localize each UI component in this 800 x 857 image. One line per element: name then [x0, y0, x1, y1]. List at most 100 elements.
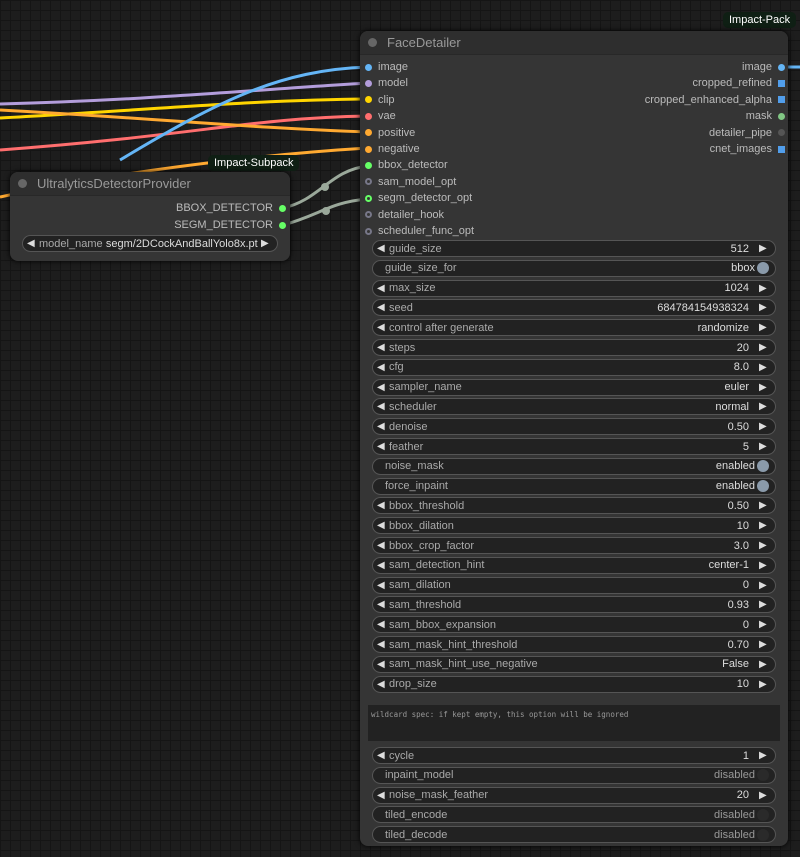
widget-control-after-generate[interactable]: ◀ control after generate randomize ▶ — [372, 319, 776, 337]
widget-max-size[interactable]: ◀ max_size 1024 ▶ — [372, 279, 776, 297]
input-clip[interactable]: clip — [365, 92, 395, 108]
toggle-knob-icon[interactable] — [757, 480, 769, 493]
toggle-tiled-decode[interactable]: tiled_decode disabled — [372, 826, 776, 844]
arrow-left-icon[interactable]: ◀ — [377, 421, 387, 432]
arrow-left-icon[interactable]: ◀ — [27, 238, 37, 249]
slot-dot-icon[interactable] — [365, 96, 372, 104]
widget-bbox-crop-factor[interactable]: ◀ bbox_crop_factor 3.0 ▶ — [372, 537, 776, 554]
input-sam-model-opt[interactable]: sam_model_opt — [365, 174, 456, 190]
arrow-right-icon[interactable]: ▶ — [759, 322, 769, 333]
toggle-knob-icon[interactable] — [757, 808, 769, 821]
slot-dot-icon[interactable] — [279, 221, 286, 229]
slot-dot-icon[interactable] — [365, 63, 372, 71]
arrow-left-icon[interactable]: ◀ — [377, 580, 387, 591]
slot-dot-icon[interactable] — [365, 145, 372, 153]
optional-slot-icon[interactable] — [365, 227, 372, 235]
arrow-right-icon[interactable]: ▶ — [759, 362, 769, 373]
widget-scheduler[interactable]: ◀ scheduler normal ▶ — [372, 398, 776, 416]
slot-dot-icon[interactable] — [778, 129, 785, 137]
arrow-left-icon[interactable]: ◀ — [377, 639, 387, 650]
node-title-bar[interactable]: UltralyticsDetectorProvider — [10, 172, 290, 196]
slot-dot-icon[interactable] — [365, 79, 372, 87]
arrow-right-icon[interactable]: ▶ — [759, 441, 769, 452]
arrow-right-icon[interactable]: ▶ — [759, 619, 769, 630]
widget-seed[interactable]: ◀ seed 684784154938324 ▶ — [372, 299, 776, 317]
widget-sam-detection-hint[interactable]: ◀ sam_detection_hint center-1 ▶ — [372, 556, 776, 574]
arrow-right-icon[interactable]: ▶ — [759, 382, 769, 393]
arrow-right-icon[interactable]: ▶ — [759, 421, 769, 432]
ultralytics-detector-provider-node[interactable]: UltralyticsDetectorProvider BBOX_DETECTO… — [10, 172, 290, 261]
arrow-left-icon[interactable]: ◀ — [377, 520, 387, 531]
widget-bbox-dilation[interactable]: ◀ bbox_dilation 10 ▶ — [372, 517, 776, 535]
arrow-left-icon[interactable]: ◀ — [377, 659, 387, 670]
arrow-left-icon[interactable]: ◀ — [377, 243, 387, 254]
input-image[interactable]: image — [365, 59, 408, 75]
slot-dot-icon[interactable] — [279, 204, 286, 212]
toggle-knob-icon[interactable] — [757, 262, 769, 275]
output-image[interactable]: image — [742, 59, 785, 75]
wildcard-textarea[interactable]: wildcard spec: if kept empty, this optio… — [368, 705, 780, 741]
arrow-right-icon[interactable]: ▶ — [759, 401, 769, 412]
widget-guide-size[interactable]: ◀ guide_size 512 ▶ — [372, 240, 776, 257]
input-segm-detector-opt[interactable]: segm_detector_opt — [365, 190, 472, 206]
arrow-right-icon[interactable]: ▶ — [759, 639, 769, 650]
input-negative[interactable]: negative — [365, 141, 420, 157]
model-name-combo[interactable]: ◀ model_name segm/2DCockAndBallYolo8x.pt ▶ — [22, 235, 278, 252]
input-model[interactable]: model — [365, 75, 408, 91]
input-positive[interactable]: positive — [365, 125, 415, 141]
input-scheduler-func-opt[interactable]: scheduler_func_opt — [365, 223, 474, 239]
arrow-left-icon[interactable]: ◀ — [377, 283, 387, 294]
arrow-right-icon[interactable]: ▶ — [759, 750, 769, 761]
optional-slot-icon[interactable] — [365, 178, 372, 186]
arrow-left-icon[interactable]: ◀ — [377, 302, 387, 313]
widget-bbox-threshold[interactable]: ◀ bbox_threshold 0.50 ▶ — [372, 497, 776, 515]
output-cropped-refined[interactable]: cropped_refined — [692, 75, 785, 91]
slot-dot-icon[interactable] — [365, 161, 372, 169]
arrow-left-icon[interactable]: ◀ — [377, 322, 387, 333]
arrow-left-icon[interactable]: ◀ — [377, 362, 387, 373]
widget-cfg[interactable]: ◀ cfg 8.0 ▶ — [372, 358, 776, 376]
widget-sam-threshold[interactable]: ◀ sam_threshold 0.93 ▶ — [372, 596, 776, 614]
output-mask[interactable]: mask — [746, 108, 785, 124]
toggle-guide-size-for[interactable]: guide_size_for bbox — [372, 259, 776, 277]
input-bbox-detector[interactable]: bbox_detector — [365, 157, 448, 173]
output-cnet-images[interactable]: cnet_images — [710, 141, 785, 157]
widget-sampler-name[interactable]: ◀ sampler_name euler ▶ — [372, 378, 776, 396]
output-segm-detector[interactable]: SEGM_DETECTOR — [174, 217, 286, 233]
widget-drop-size[interactable]: ◀ drop_size 10 ▶ — [372, 675, 776, 693]
arrow-left-icon[interactable]: ◀ — [377, 599, 387, 610]
arrow-right-icon[interactable]: ▶ — [759, 659, 769, 670]
node-title-bar[interactable]: FaceDetailer — [360, 31, 788, 55]
toggle-knob-icon[interactable] — [757, 828, 769, 841]
widget-feather[interactable]: ◀ feather 5 ▶ — [372, 438, 776, 455]
arrow-right-icon[interactable]: ▶ — [759, 243, 769, 254]
slot-dot-icon[interactable] — [365, 112, 372, 120]
output-detailer-pipe[interactable]: detailer_pipe — [709, 125, 785, 141]
slot-dot-icon[interactable] — [778, 112, 785, 120]
optional-slot-icon[interactable] — [365, 194, 372, 202]
arrow-left-icon[interactable]: ◀ — [377, 619, 387, 630]
arrow-right-icon[interactable]: ▶ — [759, 540, 769, 551]
arrow-right-icon[interactable]: ▶ — [759, 500, 769, 511]
slot-dot-icon[interactable] — [365, 129, 372, 137]
output-bbox-detector[interactable]: BBOX_DETECTOR — [176, 200, 286, 216]
list-slot-icon[interactable] — [778, 79, 785, 87]
collapse-dot[interactable] — [18, 179, 27, 188]
toggle-noise-mask[interactable]: noise_mask enabled — [372, 457, 776, 475]
arrow-right-icon[interactable]: ▶ — [759, 560, 769, 571]
arrow-right-icon[interactable]: ▶ — [759, 283, 769, 294]
arrow-right-icon[interactable]: ▶ — [261, 238, 271, 249]
widget-sam-bbox-expansion[interactable]: ◀ sam_bbox_expansion 0 ▶ — [372, 616, 776, 634]
arrow-left-icon[interactable]: ◀ — [377, 679, 387, 690]
arrow-left-icon[interactable]: ◀ — [377, 401, 387, 412]
input-vae[interactable]: vae — [365, 108, 396, 124]
optional-slot-icon[interactable] — [365, 211, 372, 219]
widget-sam-mask-hint-threshold[interactable]: ◀ sam_mask_hint_threshold 0.70 ▶ — [372, 636, 776, 653]
arrow-left-icon[interactable]: ◀ — [377, 500, 387, 511]
arrow-right-icon[interactable]: ▶ — [759, 342, 769, 353]
toggle-inpaint-model[interactable]: inpaint_model disabled — [372, 766, 776, 784]
widget-sam-dilation[interactable]: ◀ sam_dilation 0 ▶ — [372, 576, 776, 594]
toggle-force-inpaint[interactable]: force_inpaint enabled — [372, 477, 776, 495]
arrow-left-icon[interactable]: ◀ — [377, 750, 387, 761]
arrow-left-icon[interactable]: ◀ — [377, 790, 387, 801]
